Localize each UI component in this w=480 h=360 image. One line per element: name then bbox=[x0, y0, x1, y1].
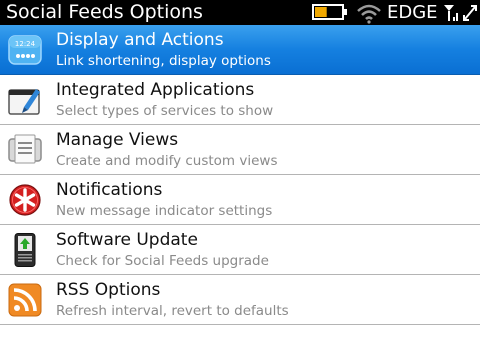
menu-item-label: RSS Options bbox=[56, 280, 161, 300]
menu-item-description: New message indicator settings bbox=[56, 203, 273, 219]
rss-icon bbox=[8, 283, 42, 317]
menu-item-rss-options[interactable]: RSS Options Refresh interval, revert to … bbox=[0, 275, 480, 325]
network-type: EDGE bbox=[387, 2, 438, 23]
signal-bars-icon bbox=[444, 5, 458, 21]
menu-item-description: Check for Social Feeds upgrade bbox=[56, 253, 269, 269]
menu-item-description: Create and modify custom views bbox=[56, 153, 278, 169]
menu-item-display-actions[interactable]: 12:24 Display and Actions Link shortenin… bbox=[0, 25, 480, 75]
menu-item-software-update[interactable]: Software Update Check for Social Feeds u… bbox=[0, 225, 480, 275]
software-update-icon bbox=[14, 233, 36, 267]
manage-views-icon bbox=[8, 134, 42, 164]
notifications-icon bbox=[9, 184, 41, 216]
menu-item-label: Manage Views bbox=[56, 130, 179, 150]
options-menu: 12:24 Display and Actions Link shortenin… bbox=[0, 25, 480, 360]
menu-item-notifications[interactable]: Notifications New message indicator sett… bbox=[0, 175, 480, 225]
menu-item-description: Select types of services to show bbox=[56, 103, 274, 119]
menu-item-manage-views[interactable]: Manage Views Create and modify custom vi… bbox=[0, 125, 480, 175]
menu-item-integrated-applications[interactable]: Integrated Applications Select types of … bbox=[0, 75, 480, 125]
menu-item-label: Notifications bbox=[56, 180, 163, 200]
menu-item-label: Software Update bbox=[56, 230, 198, 250]
integrated-apps-icon bbox=[8, 89, 40, 115]
menu-item-label: Display and Actions bbox=[56, 30, 224, 50]
status-bar: Social Feeds Options EDGE bbox=[0, 0, 480, 25]
data-transfer-icon bbox=[463, 5, 477, 21]
menu-item-label: Integrated Applications bbox=[56, 80, 255, 100]
icon-clock-text: 12:24 bbox=[15, 40, 36, 48]
wifi-icon bbox=[357, 4, 381, 24]
screen-title: Social Feeds Options bbox=[6, 1, 203, 23]
battery-icon bbox=[312, 4, 347, 20]
menu-item-description: Link shortening, display options bbox=[56, 53, 271, 69]
display-actions-icon: 12:24 bbox=[8, 35, 42, 65]
menu-item-description: Refresh interval, revert to defaults bbox=[56, 303, 289, 319]
